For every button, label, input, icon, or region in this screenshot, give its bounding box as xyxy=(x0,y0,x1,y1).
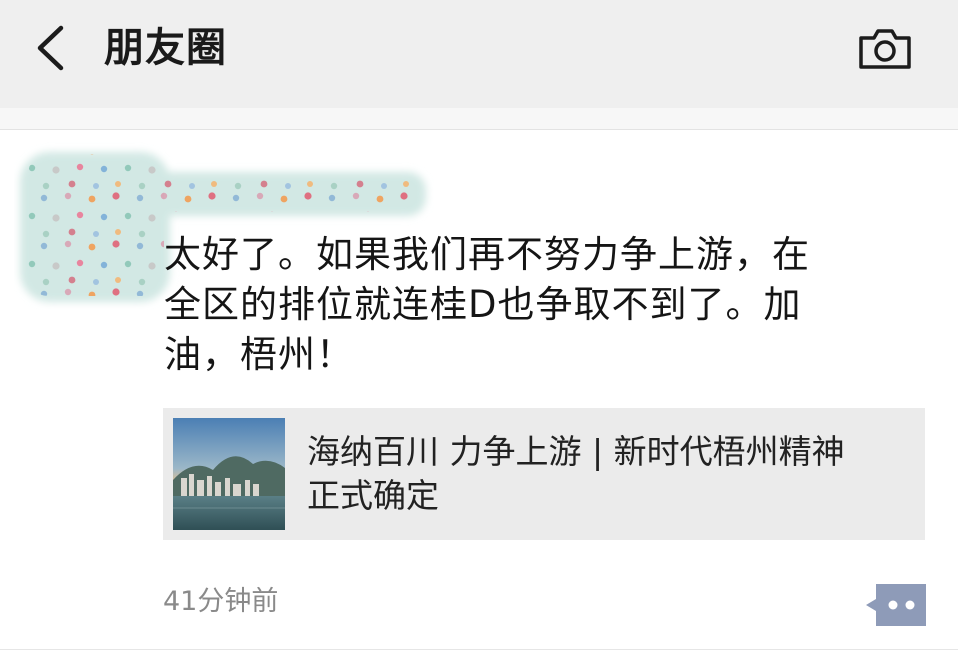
camera-button[interactable] xyxy=(852,22,918,76)
page-title: 朋友圈 xyxy=(104,25,227,71)
comment-more-icon xyxy=(866,584,926,626)
post-text: 太好了。如果我们再不努力争上游，在 全区的排位就连桂D也争取不到了。加 油，梧州… xyxy=(164,233,810,376)
camera-icon xyxy=(859,29,911,69)
moments-screen: 朋友圈 太好了。如果我们再不努力争上游，在 全区的排位就连桂D也争取不到了。加 … xyxy=(0,0,958,652)
link-title: 海纳百川 力争上游 | 新时代梧州精神 正式确定 xyxy=(307,432,845,515)
header-bar: 朋友圈 xyxy=(0,0,958,108)
divider xyxy=(0,649,958,650)
post-timestamp: 41分钟前 xyxy=(163,586,279,617)
shared-link-card[interactable]: 海纳百川 力争上游 | 新时代梧州精神 正式确定 xyxy=(163,408,925,540)
header-separator xyxy=(0,108,958,130)
more-actions-button[interactable] xyxy=(866,584,926,626)
link-thumbnail xyxy=(173,418,285,530)
city-skyline-thumbnail xyxy=(173,418,285,530)
chevron-left-icon xyxy=(37,25,64,71)
back-button[interactable] xyxy=(22,20,78,76)
divider xyxy=(0,129,958,130)
